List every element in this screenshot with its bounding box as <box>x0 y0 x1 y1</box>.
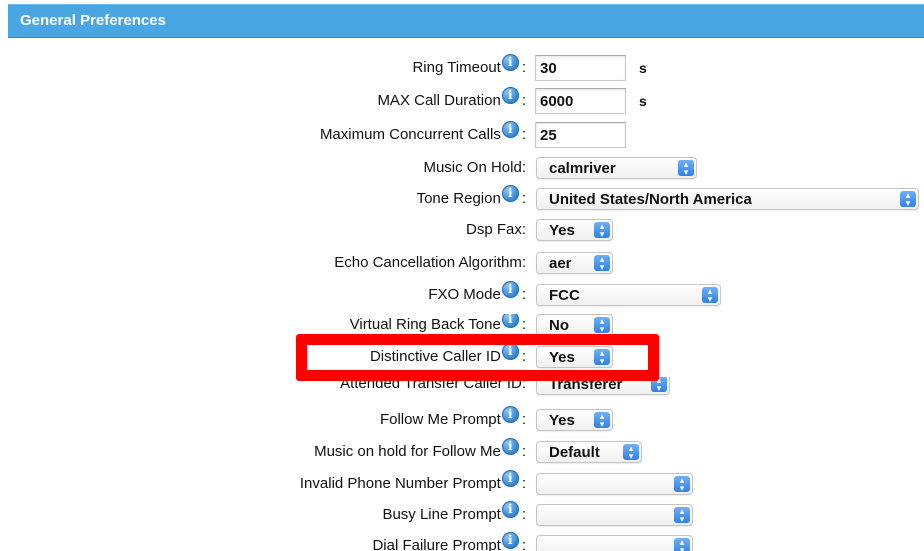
ring-timeout-input[interactable]: 30 <box>535 55 626 81</box>
max-concurrent-calls-input[interactable]: 25 <box>535 122 626 148</box>
music-on-hold-select[interactable]: calmriver ▴ ▾ <box>536 157 697 179</box>
row-virtual-ring-back-tone: Virtual Ring Back Tone i : No ▴ ▾ <box>0 314 924 334</box>
busy-line-prompt-select[interactable]: ▴ ▾ <box>536 504 693 526</box>
select-arrows-icon: ▴ ▾ <box>594 412 610 429</box>
row-dsp-fax: Dsp Fax: Yes ▴ ▾ <box>0 215 924 245</box>
ring-timeout-unit: s <box>639 60 647 76</box>
fxo-mode-label: FXO Mode i : <box>428 281 526 303</box>
row-invalid-phone-number-prompt: Invalid Phone Number Prompt i : ▴ ▾ <box>0 469 924 499</box>
select-arrows-icon: ▴ ▾ <box>594 255 610 272</box>
info-icon[interactable]: i <box>501 54 519 71</box>
dsp-fax-label: Dsp Fax: <box>465 221 526 238</box>
attended-transfer-caller-id-select[interactable]: Transferer ▴ ▾ <box>536 377 670 395</box>
row-tone-region: Tone Region i : United States/North Amer… <box>0 184 924 214</box>
row-music-on-hold: Music On Hold: calmriver ▴ ▾ <box>0 153 924 183</box>
info-icon[interactable]: i <box>501 438 519 455</box>
virtual-ring-back-tone-label: Virtual Ring Back Tone i : <box>350 314 526 333</box>
ring-timeout-label: Ring Timeout i : <box>412 54 526 76</box>
select-arrows-icon: ▴ ▾ <box>900 191 916 208</box>
row-max-call-duration: MAX Call Duration i : 6000 s <box>0 86 924 116</box>
dial-failure-prompt-select[interactable]: ▴ ▾ <box>536 535 693 551</box>
select-arrows-icon: ▴ ▾ <box>651 377 667 393</box>
section-title: General Preferences <box>20 12 166 29</box>
dial-failure-prompt-label: Dial Failure Prompt i : <box>372 532 526 551</box>
echo-cancellation-select[interactable]: aer ▴ ▾ <box>536 252 613 274</box>
info-icon[interactable]: i <box>501 532 519 549</box>
invalid-phone-number-prompt-label: Invalid Phone Number Prompt i : <box>299 470 526 492</box>
select-arrows-icon: ▴ ▾ <box>594 222 610 239</box>
select-arrows-icon: ▴ ▾ <box>594 317 610 334</box>
row-distinctive-caller-id: Distinctive Caller ID i : Yes ▴ ▾ <box>0 342 924 372</box>
dsp-fax-select[interactable]: Yes ▴ ▾ <box>536 219 613 241</box>
info-icon[interactable]: i <box>501 121 519 138</box>
busy-line-prompt-label: Busy Line Prompt i : <box>382 501 526 523</box>
row-ring-timeout: Ring Timeout i : 30 s <box>0 53 924 83</box>
follow-me-prompt-select[interactable]: Yes ▴ ▾ <box>536 409 613 431</box>
section-header: General Preferences <box>8 4 924 38</box>
row-follow-me-prompt: Follow Me Prompt i : Yes ▴ ▾ <box>0 405 924 435</box>
row-max-concurrent-calls: Maximum Concurrent Calls i : 25 <box>0 120 924 150</box>
tone-region-select[interactable]: United States/North America ▴ ▾ <box>536 188 919 210</box>
row-dial-failure-prompt: Dial Failure Prompt i : ▴ ▾ <box>0 531 924 551</box>
max-call-duration-input[interactable]: 6000 <box>535 88 626 114</box>
row-music-on-hold-follow-me: Music on hold for Follow Me i : Default … <box>0 437 924 467</box>
info-icon[interactable]: i <box>501 314 519 328</box>
invalid-phone-number-prompt-select[interactable]: ▴ ▾ <box>536 473 693 495</box>
row-echo-cancellation: Echo Cancellation Algorithm: aer ▴ ▾ <box>0 248 924 278</box>
info-icon[interactable]: i <box>501 406 519 423</box>
info-icon[interactable]: i <box>501 185 519 202</box>
select-arrows-icon: ▴ ▾ <box>678 160 694 177</box>
info-icon[interactable]: i <box>501 343 519 360</box>
distinctive-caller-id-label: Distinctive Caller ID i : <box>369 343 526 365</box>
max-concurrent-calls-label: Maximum Concurrent Calls i : <box>319 121 526 143</box>
row-fxo-mode: FXO Mode i : FCC ▴ ▾ <box>0 280 924 310</box>
fxo-mode-select[interactable]: FCC ▴ ▾ <box>536 284 721 306</box>
music-on-hold-follow-me-label: Music on hold for Follow Me i : <box>314 438 526 460</box>
info-icon[interactable]: i <box>501 281 519 298</box>
row-attended-transfer-caller-id: Attended Transfer Caller ID: Transferer … <box>0 377 924 399</box>
row-busy-line-prompt: Busy Line Prompt i : ▴ ▾ <box>0 500 924 530</box>
select-arrows-icon: ▴ ▾ <box>702 287 718 304</box>
select-arrows-icon: ▴ ▾ <box>674 507 690 524</box>
tone-region-label: Tone Region i : <box>416 185 526 207</box>
max-call-duration-label: MAX Call Duration i : <box>377 87 526 109</box>
max-call-duration-unit: s <box>639 93 647 109</box>
attended-transfer-caller-id-label: Attended Transfer Caller ID: <box>340 377 526 392</box>
select-arrows-icon: ▴ ▾ <box>594 349 610 366</box>
music-on-hold-follow-me-select[interactable]: Default ▴ ▾ <box>536 441 642 463</box>
select-arrows-icon: ▴ ▾ <box>623 444 639 461</box>
select-arrows-icon: ▴ ▾ <box>674 538 690 551</box>
info-icon[interactable]: i <box>501 87 519 104</box>
follow-me-prompt-label: Follow Me Prompt i : <box>379 406 526 428</box>
info-icon[interactable]: i <box>501 470 519 487</box>
select-arrows-icon: ▴ ▾ <box>674 476 690 493</box>
distinctive-caller-id-select[interactable]: Yes ▴ ▾ <box>536 346 613 368</box>
music-on-hold-label: Music On Hold: <box>423 159 526 176</box>
echo-cancellation-label: Echo Cancellation Algorithm: <box>334 254 526 271</box>
virtual-ring-back-tone-select[interactable]: No ▴ ▾ <box>536 314 613 334</box>
info-icon[interactable]: i <box>501 501 519 518</box>
